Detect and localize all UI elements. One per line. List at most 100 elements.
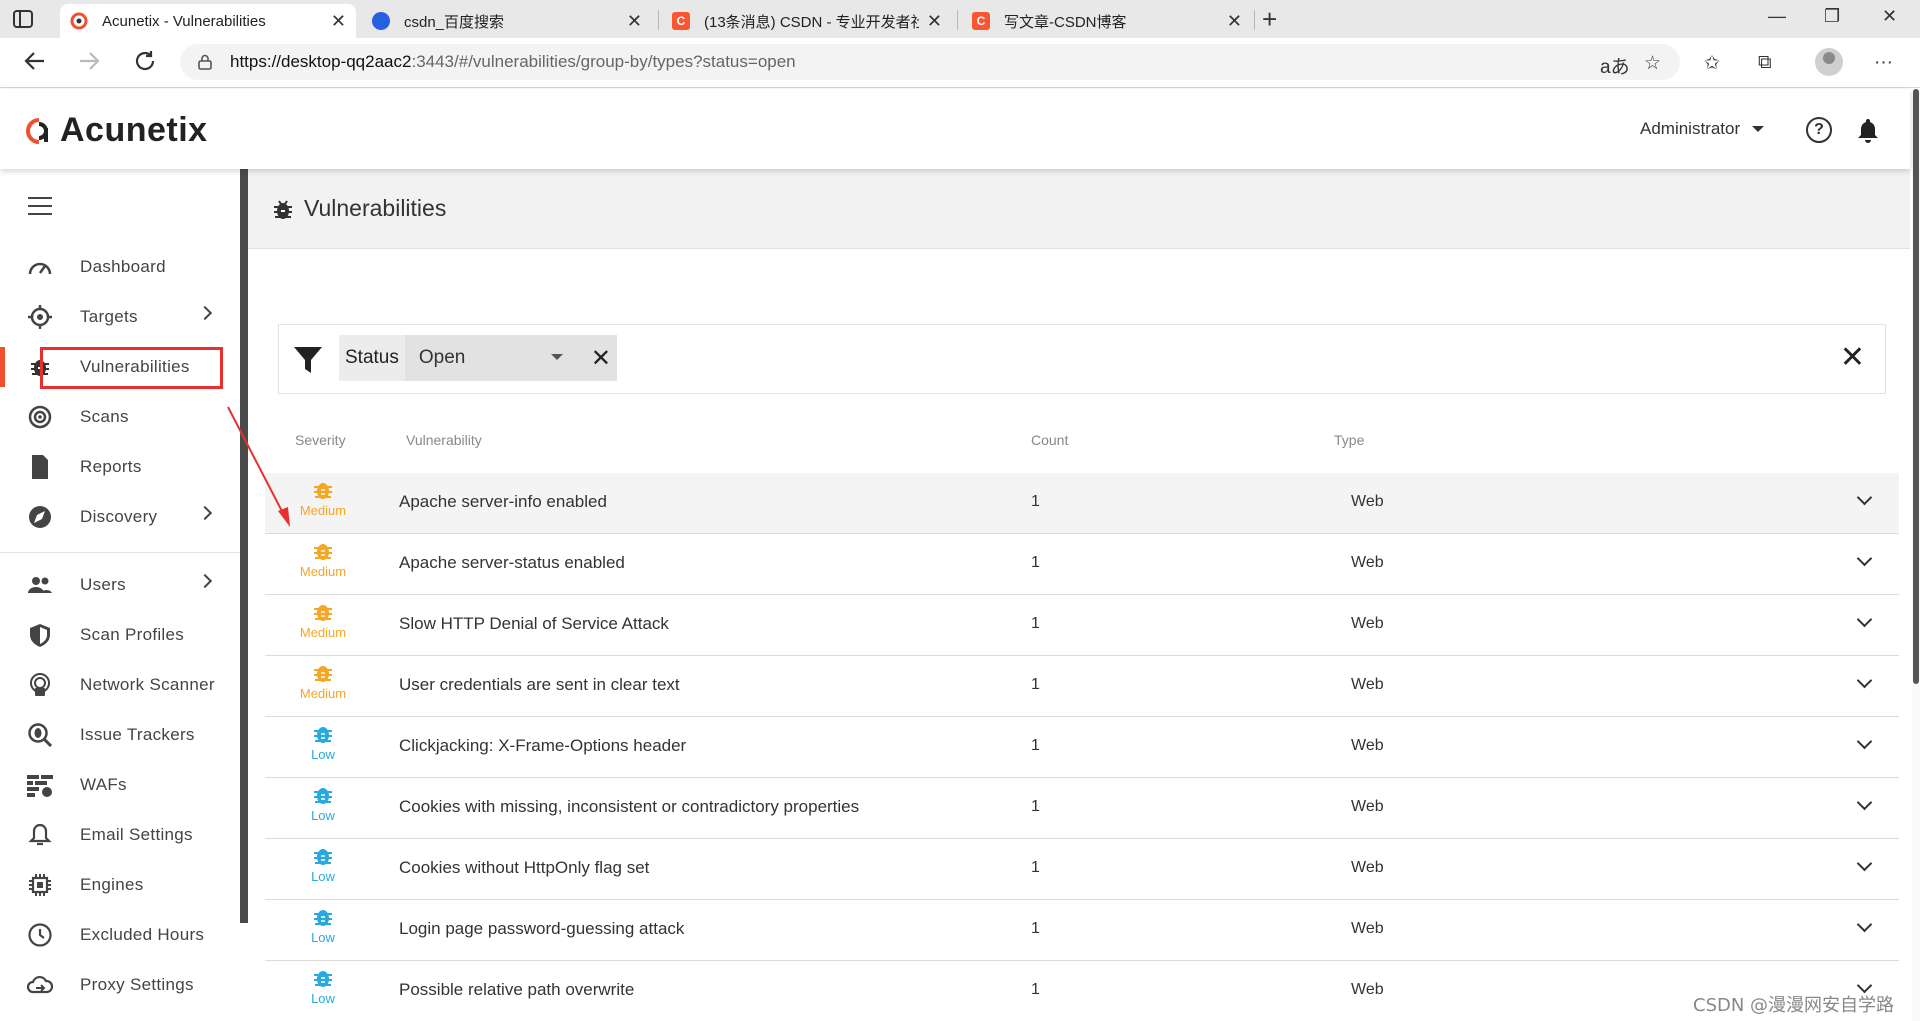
report-icon bbox=[32, 455, 48, 479]
page-header: Vulnerabilities bbox=[248, 169, 1910, 249]
close-icon[interactable]: ✕ bbox=[1227, 11, 1242, 32]
vulnerability-name[interactable]: Slow HTTP Denial of Service Attack bbox=[399, 614, 669, 634]
sidebar-scrollbar[interactable] bbox=[240, 169, 248, 923]
filter-icon[interactable] bbox=[293, 345, 323, 375]
sidebar-item-label: Reports bbox=[80, 457, 142, 476]
close-icon[interactable]: ✕ bbox=[627, 11, 642, 32]
acunetix-logo[interactable]: Acunetix bbox=[24, 111, 208, 150]
tab-actions-icon[interactable] bbox=[12, 8, 34, 30]
sidebar-item-discovery[interactable]: Discovery bbox=[0, 497, 240, 537]
vulnerability-type: Web bbox=[1351, 737, 1384, 754]
sidebar-item-excluded-hours[interactable]: Excluded Hours bbox=[0, 915, 240, 955]
sidebar-item-issue-trackers[interactable]: Issue Trackers bbox=[0, 715, 240, 755]
sidebar-item-targets[interactable]: Targets bbox=[0, 297, 240, 337]
status-filter-select[interactable]: Open bbox=[404, 335, 585, 381]
chevron-right-icon bbox=[197, 573, 213, 589]
severity-bug-icon bbox=[314, 605, 332, 621]
table-row[interactable]: Low Possible relative path overwrite 1 Web bbox=[265, 961, 1899, 1021]
page-scrollbar[interactable] bbox=[1912, 89, 1920, 1021]
vulnerability-name[interactable]: Cookies without HttpOnly flag set bbox=[399, 858, 649, 878]
cloud-icon bbox=[26, 975, 54, 994]
back-arrow-icon[interactable] bbox=[22, 48, 48, 74]
help-icon[interactable]: ? bbox=[1806, 117, 1832, 143]
browser-tab-csdn[interactable]: C (13条消息) CSDN - 专业开发者社 ✕ bbox=[662, 4, 952, 38]
browser-tab-csdn-write[interactable]: C 写文章-CSDN博客 ✕ bbox=[962, 4, 1252, 38]
chip-icon bbox=[29, 874, 51, 896]
sidebar-item-wafs[interactable]: WAFs bbox=[0, 765, 240, 805]
expand-chevron-icon[interactable] bbox=[1856, 672, 1873, 689]
vulnerability-name[interactable]: Apache server-status enabled bbox=[399, 553, 625, 573]
vulnerability-count: 1 bbox=[1031, 493, 1040, 510]
favorites-icon[interactable]: ✩ bbox=[1704, 52, 1720, 75]
sidebar-item-engines[interactable]: Engines bbox=[0, 865, 240, 905]
sidebar-item-label: Users bbox=[80, 575, 126, 594]
expand-chevron-icon[interactable] bbox=[1856, 855, 1873, 872]
forward-arrow-icon[interactable] bbox=[76, 48, 102, 74]
vulnerability-name[interactable]: User credentials are sent in clear text bbox=[399, 675, 680, 695]
browser-tab-baidu[interactable]: 🐾 csdn_百度搜索 ✕ bbox=[362, 4, 652, 38]
maximize-button[interactable]: ❐ bbox=[1824, 6, 1840, 27]
minimize-button[interactable]: — bbox=[1768, 6, 1786, 27]
column-header-vulnerability[interactable]: Vulnerability bbox=[406, 432, 482, 448]
translate-icon[interactable]: aあ bbox=[1600, 52, 1630, 79]
notifications-bell-icon[interactable] bbox=[1856, 117, 1880, 143]
add-favorite-icon[interactable]: ☆ bbox=[1644, 52, 1661, 75]
table-row[interactable]: Medium Apache server-info enabled 1 Web bbox=[265, 473, 1899, 534]
expand-chevron-icon[interactable] bbox=[1856, 733, 1873, 750]
expand-chevron-icon[interactable] bbox=[1856, 794, 1873, 811]
close-icon[interactable]: ✕ bbox=[927, 11, 942, 32]
profile-avatar[interactable] bbox=[1815, 48, 1843, 76]
url-field[interactable]: https://desktop-qq2aac2:3443/#/vulnerabi… bbox=[180, 44, 1680, 80]
expand-chevron-icon[interactable] bbox=[1856, 550, 1873, 567]
vulnerability-name[interactable]: Possible relative path overwrite bbox=[399, 980, 634, 1000]
vulnerability-name[interactable]: Apache server-info enabled bbox=[399, 492, 607, 512]
collections-icon[interactable]: ⧉ bbox=[1758, 52, 1772, 74]
close-icon[interactable]: ✕ bbox=[331, 11, 346, 32]
table-row[interactable]: Medium Apache server-status enabled 1 Web bbox=[265, 534, 1899, 595]
table-row[interactable]: Low Cookies with missing, inconsistent or… bbox=[265, 778, 1899, 839]
vulnerability-count: 1 bbox=[1031, 920, 1040, 937]
lock-icon[interactable] bbox=[198, 54, 212, 70]
more-options-icon[interactable]: ··· bbox=[1874, 52, 1893, 74]
sidebar-item-scan-profiles[interactable]: Scan Profiles bbox=[0, 615, 240, 655]
severity-bug-icon bbox=[314, 666, 332, 682]
sidebar-item-dashboard[interactable]: Dashboard bbox=[0, 247, 240, 287]
clear-filters-button[interactable]: ✕ bbox=[1840, 343, 1865, 373]
hamburger-menu-icon[interactable] bbox=[28, 197, 52, 215]
table-row[interactable]: Medium User credentials are sent in clear… bbox=[265, 656, 1899, 717]
tab-title: (13条消息) CSDN - 专业开发者社 bbox=[704, 13, 919, 31]
user-menu[interactable]: Administrator bbox=[1640, 119, 1765, 139]
new-tab-button[interactable]: + bbox=[1262, 4, 1277, 35]
sidebar-item-scans[interactable]: Scans bbox=[0, 397, 240, 437]
remove-filter-button[interactable]: ✕ bbox=[584, 335, 617, 381]
sidebar-item-network-scanner[interactable]: Network Scanner bbox=[0, 665, 240, 705]
expand-chevron-icon[interactable] bbox=[1856, 489, 1873, 506]
tab-title: csdn_百度搜索 bbox=[404, 13, 505, 31]
table-row[interactable]: Low Login page password-guessing attack 1 W… bbox=[265, 900, 1899, 961]
sidebar-item-email-settings[interactable]: Email Settings bbox=[0, 815, 240, 855]
annotation-highlight-box bbox=[40, 347, 223, 389]
reload-icon[interactable] bbox=[132, 48, 158, 74]
browser-tab-acunetix[interactable]: Acunetix - Vulnerabilities ✕ bbox=[60, 4, 356, 38]
sidebar-item-users[interactable]: Users bbox=[0, 565, 240, 605]
csdn-favicon-icon: C bbox=[672, 12, 690, 30]
column-header-type[interactable]: Type bbox=[1334, 432, 1364, 448]
column-header-severity[interactable]: Severity bbox=[295, 432, 346, 448]
column-header-count[interactable]: Count bbox=[1031, 432, 1068, 448]
expand-chevron-icon[interactable] bbox=[1856, 916, 1873, 933]
table-row[interactable]: Medium Slow HTTP Denial of Service Attack… bbox=[265, 595, 1899, 656]
sidebar-item-proxy-settings[interactable]: Proxy Settings bbox=[0, 965, 240, 1005]
table-row[interactable]: Low Cookies without HttpOnly flag set 1 Web bbox=[265, 839, 1899, 900]
scrollbar-thumb[interactable] bbox=[1913, 89, 1919, 684]
sidebar-item-reports[interactable]: Reports bbox=[0, 447, 240, 487]
severity-label: Medium bbox=[299, 564, 347, 579]
tab-separator bbox=[957, 10, 958, 30]
vulnerability-name[interactable]: Login page password-guessing attack bbox=[399, 919, 684, 939]
window-close-button[interactable]: ✕ bbox=[1882, 6, 1897, 27]
vulnerability-type: Web bbox=[1351, 615, 1384, 632]
vulnerability-name[interactable]: Cookies with missing, inconsistent or co… bbox=[399, 797, 859, 817]
sidebar-item-label: Issue Trackers bbox=[80, 725, 195, 744]
vulnerability-name[interactable]: Clickjacking: X-Frame-Options header bbox=[399, 736, 686, 756]
expand-chevron-icon[interactable] bbox=[1856, 611, 1873, 628]
table-row[interactable]: Low Clickjacking: X-Frame-Options header 1… bbox=[265, 717, 1899, 778]
